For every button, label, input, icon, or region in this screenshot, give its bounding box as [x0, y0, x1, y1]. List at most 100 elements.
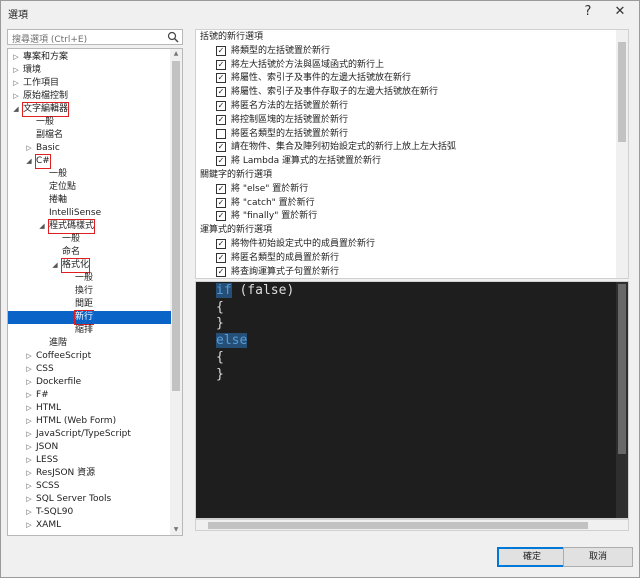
collapsed-arrow-icon[interactable]: ▷ — [25, 441, 33, 454]
option-checkbox-row[interactable]: ✓ 將匿名方法的左括號置於新行 — [196, 100, 616, 113]
checkbox-checked[interactable]: ✓ — [216, 239, 226, 249]
preview-horizontal-scrollbar[interactable] — [195, 519, 629, 531]
cancel-button[interactable]: 取消 — [563, 547, 633, 567]
tree-item[interactable]: 間距 — [8, 298, 171, 311]
checkbox-checked[interactable]: ✓ — [216, 114, 226, 125]
tree-item[interactable]: ◢ 程式碼樣式 — [8, 219, 171, 234]
collapsed-arrow-icon[interactable]: ▷ — [25, 428, 33, 441]
tree-item[interactable]: 一般 — [8, 272, 171, 285]
tree-item[interactable]: 命名 — [8, 246, 171, 259]
tree-item[interactable]: ▷ HTML (Web Form) — [8, 415, 171, 428]
checkbox-checked[interactable]: ✓ — [216, 183, 226, 194]
tree-item[interactable]: 縮排 — [8, 324, 171, 337]
help-icon[interactable]: ? — [573, 1, 603, 23]
checkbox-checked[interactable]: ✓ — [216, 142, 226, 153]
tree-item[interactable]: 一般 — [8, 168, 171, 181]
tree-item[interactable]: ▷ SCSS — [8, 480, 171, 493]
tree-item[interactable]: ▷ F# — [8, 389, 171, 402]
tree-item[interactable]: ▷ CSS — [8, 363, 171, 376]
checkbox-unchecked[interactable] — [216, 128, 226, 139]
tree-scroll-thumb[interactable] — [172, 61, 180, 391]
collapsed-arrow-icon[interactable]: ▷ — [12, 90, 20, 103]
expanded-arrow-icon[interactable]: ◢ — [38, 220, 46, 233]
option-checkbox-row[interactable]: ✓ 將 "catch" 置於新行 — [196, 197, 616, 210]
tree-item[interactable]: ▷ Dockerfile — [8, 376, 171, 389]
tree-scrollbar[interactable]: ▲ ▼ — [170, 49, 182, 535]
collapsed-arrow-icon[interactable]: ▷ — [12, 77, 20, 90]
checkbox-checked[interactable]: ✓ — [216, 87, 226, 98]
tree-item[interactable]: ◢ 文字編輯器 — [8, 102, 171, 117]
option-checkbox-row[interactable]: ✓ 將類型的左括號置於新行 — [196, 45, 616, 58]
tree-item[interactable]: ▷ ResJSON 資源 — [8, 467, 171, 480]
preview-scroll-thumb[interactable] — [618, 284, 626, 454]
expanded-arrow-icon[interactable]: ◢ — [51, 259, 59, 272]
tree-item[interactable]: ▷ JavaScript/TypeScript — [8, 428, 171, 441]
tree-item[interactable]: ▷ CoffeeScript — [8, 350, 171, 363]
tree-item[interactable]: 定位點 — [8, 181, 171, 194]
tree-item[interactable]: ▷ LESS — [8, 454, 171, 467]
scroll-up-icon[interactable]: ▲ — [170, 49, 182, 59]
tree-item[interactable]: ▷ 工作項目 — [8, 77, 171, 90]
collapsed-arrow-icon[interactable]: ▷ — [25, 402, 33, 415]
options-scrollbar[interactable] — [616, 30, 628, 278]
option-checkbox-row[interactable]: ✓ 將控制區塊的左括號置於新行 — [196, 114, 616, 127]
ok-button[interactable]: 確定 — [497, 547, 567, 567]
tree-item[interactable]: ▷ HTML — [8, 402, 171, 415]
tree-item[interactable]: ▷ 環境 — [8, 64, 171, 77]
collapsed-arrow-icon[interactable]: ▷ — [12, 51, 20, 64]
search-options-input[interactable]: 搜尋選項 (Ctrl+E) — [7, 29, 183, 45]
options-tree[interactable]: ▲ ▼ ▷ 專案和方案 ▷ 環境 ▷ 工作項目 ▷ 原始檔控制 ◢ 文字編輯器 一般 副檔名 ▷ Basi… — [7, 48, 183, 536]
checkbox-checked[interactable]: ✓ — [216, 252, 226, 263]
preview-hscroll-thumb[interactable] — [208, 522, 588, 529]
collapsed-arrow-icon[interactable]: ▷ — [25, 376, 33, 389]
checkbox-checked[interactable]: ✓ — [216, 45, 226, 56]
collapsed-arrow-icon[interactable]: ▷ — [25, 454, 33, 467]
option-checkbox-row[interactable]: ✓ 將匿名類型的成員置於新行 — [196, 252, 616, 265]
option-checkbox-row[interactable]: ✓ 將物件初始設定式中的成員置於新行 — [196, 238, 616, 251]
tree-item[interactable]: ▷ 專案和方案 — [8, 51, 171, 64]
tree-item[interactable]: ▷ JSON — [8, 441, 171, 454]
option-checkbox-row[interactable]: ✓ 將查詢運算式子句置於新行 — [196, 266, 616, 278]
tree-item[interactable]: 換行 — [8, 285, 171, 298]
collapsed-arrow-icon[interactable]: ▷ — [25, 519, 33, 532]
collapsed-arrow-icon[interactable]: ▷ — [25, 493, 33, 506]
collapsed-arrow-icon[interactable]: ▷ — [25, 506, 33, 519]
option-checkbox-row[interactable]: ✓ 將 "else" 置於新行 — [196, 183, 616, 196]
checkbox-checked[interactable]: ✓ — [216, 101, 226, 111]
option-checkbox-row[interactable]: ✓ 將屬性、索引子及事件存取子的左邊大括號放在新行 — [196, 86, 616, 99]
options-scroll-thumb[interactable] — [618, 42, 626, 142]
option-checkbox-row[interactable]: ✓ 將屬性、索引子及事件的左邊大括號放在新行 — [196, 72, 616, 85]
tree-item[interactable]: IntelliSense — [8, 207, 171, 220]
checkbox-checked[interactable]: ✓ — [216, 197, 226, 208]
tree-item[interactable]: 一般 — [8, 233, 171, 246]
tree-item[interactable]: ▷ Basic — [8, 142, 171, 155]
checkbox-checked[interactable]: ✓ — [216, 73, 226, 84]
tree-item[interactable]: ◢ 格式化 — [8, 258, 171, 273]
expanded-arrow-icon[interactable]: ◢ — [25, 155, 33, 168]
checkbox-checked[interactable]: ✓ — [216, 156, 226, 167]
collapsed-arrow-icon[interactable]: ▷ — [25, 415, 33, 428]
checkbox-checked[interactable]: ✓ — [216, 266, 226, 277]
tree-item[interactable]: 進階 — [8, 337, 171, 350]
option-checkbox-row[interactable]: ✓ 將 Lambda 運算式的左括號置於新行 — [196, 155, 616, 168]
collapsed-arrow-icon[interactable]: ▷ — [25, 142, 33, 155]
tree-item[interactable]: ▷ T-SQL90 — [8, 506, 171, 519]
tree-item[interactable]: ◢ C# — [8, 154, 171, 169]
tree-item[interactable]: ▷ SQL Server Tools — [8, 493, 171, 506]
expanded-arrow-icon[interactable]: ◢ — [12, 103, 20, 116]
option-checkbox-row[interactable]: ✓ 將左大括號於方法與區域函式的新行上 — [196, 59, 616, 72]
option-checkbox-row[interactable]: ✓ 請在物件、集合及陣列初始設定式的新行上放上左大括弧 — [196, 141, 616, 154]
option-checkbox-row[interactable]: ✓ 將 "finally" 置於新行 — [196, 210, 616, 223]
preview-scrollbar[interactable] — [616, 282, 628, 518]
tree-item[interactable]: 捲軸 — [8, 194, 171, 207]
tree-item[interactable]: 副檔名 — [8, 129, 171, 142]
tree-item[interactable]: ▷ XAML — [8, 519, 171, 532]
tree-item[interactable]: 新行 — [8, 310, 171, 325]
tree-item[interactable]: 一般 — [8, 116, 171, 129]
checkbox-checked[interactable]: ✓ — [216, 59, 226, 70]
scroll-down-icon[interactable]: ▼ — [170, 525, 182, 535]
option-checkbox-row[interactable]: 將匿名類型的左括號置於新行 — [196, 128, 616, 141]
tree-item[interactable]: ▷ 原始檔控制 — [8, 90, 171, 103]
collapsed-arrow-icon[interactable]: ▷ — [25, 480, 33, 493]
collapsed-arrow-icon[interactable]: ▷ — [25, 389, 33, 402]
